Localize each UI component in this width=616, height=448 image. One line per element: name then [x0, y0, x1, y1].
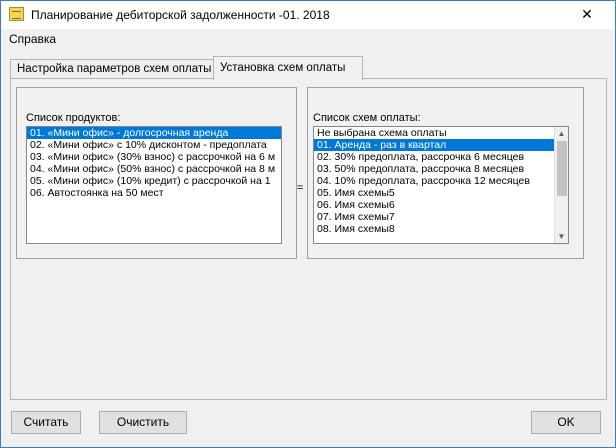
list-item[interactable]: 02. 30% предоплата, рассрочка 6 месяцев	[314, 151, 568, 163]
app-window: Планирование дебиторской задолженности -…	[0, 0, 616, 448]
list-item[interactable]: 06. Автостоянка на 50 мест	[27, 187, 281, 199]
ok-button[interactable]: OK	[531, 411, 601, 434]
app-icon	[9, 7, 24, 21]
list-item[interactable]: Не выбрана схема оплаты	[314, 127, 568, 139]
list-item[interactable]: 01. «Мини офис» - долгосрочная аренда	[27, 127, 281, 139]
list-item[interactable]: 07. Имя схемы7	[314, 211, 568, 223]
clear-button[interactable]: Очистить	[99, 411, 187, 434]
list-item[interactable]: 02. «Мини офис» с 10% дисконтом - предоп…	[27, 139, 281, 151]
scroll-down-icon[interactable]: ▼	[555, 230, 568, 243]
tab-set-schemes[interactable]: Установка схем оплаты	[213, 56, 363, 80]
schemes-scrollbar[interactable]: ▲ ▼	[554, 127, 568, 243]
list-item[interactable]: 03. «Мини офис» (30% взнос) с рассрочкой…	[27, 151, 281, 163]
tab-payment-settings[interactable]: Настройка параметров схем оплаты	[10, 59, 214, 79]
list-item[interactable]: 03. 50% предоплата, рассрочка 8 месяцев	[314, 163, 568, 175]
list-item[interactable]: 01. Аренда - раз в квартал	[314, 139, 568, 151]
menu-bar: Справка	[1, 29, 615, 49]
list-item[interactable]: 05. Имя схемы5	[314, 187, 568, 199]
list-item[interactable]: 08. Имя схемы8	[314, 223, 568, 235]
list-item[interactable]: 06. Имя схемы6	[314, 199, 568, 211]
scroll-up-icon[interactable]: ▲	[555, 127, 568, 140]
schemes-label: Список схем оплаты:	[313, 112, 421, 124]
title-bar: Планирование дебиторской задолженности -…	[1, 1, 615, 29]
window-title: Планирование дебиторской задолженности -…	[31, 8, 330, 22]
schemes-listbox[interactable]: Не выбрана схема оплаты 01. Аренда - раз…	[313, 126, 569, 244]
products-listbox[interactable]: 01. «Мини офис» - долгосрочная аренда 02…	[26, 126, 282, 244]
products-label: Список продуктов:	[26, 112, 121, 124]
list-item[interactable]: 04. 10% предоплата, рассрочка 12 месяцев	[314, 175, 568, 187]
list-item[interactable]: 05. «Мини офис» (10% кредит) с рассрочко…	[27, 175, 281, 187]
list-item[interactable]: 04. «Мини офис» (50% взнос) с рассрочкой…	[27, 163, 281, 175]
menu-help[interactable]: Справка	[9, 32, 56, 46]
equals-sign: =	[297, 182, 304, 194]
count-button[interactable]: Считать	[11, 411, 81, 434]
scroll-thumb[interactable]	[557, 141, 567, 196]
close-icon[interactable]: ✕	[569, 3, 605, 25]
